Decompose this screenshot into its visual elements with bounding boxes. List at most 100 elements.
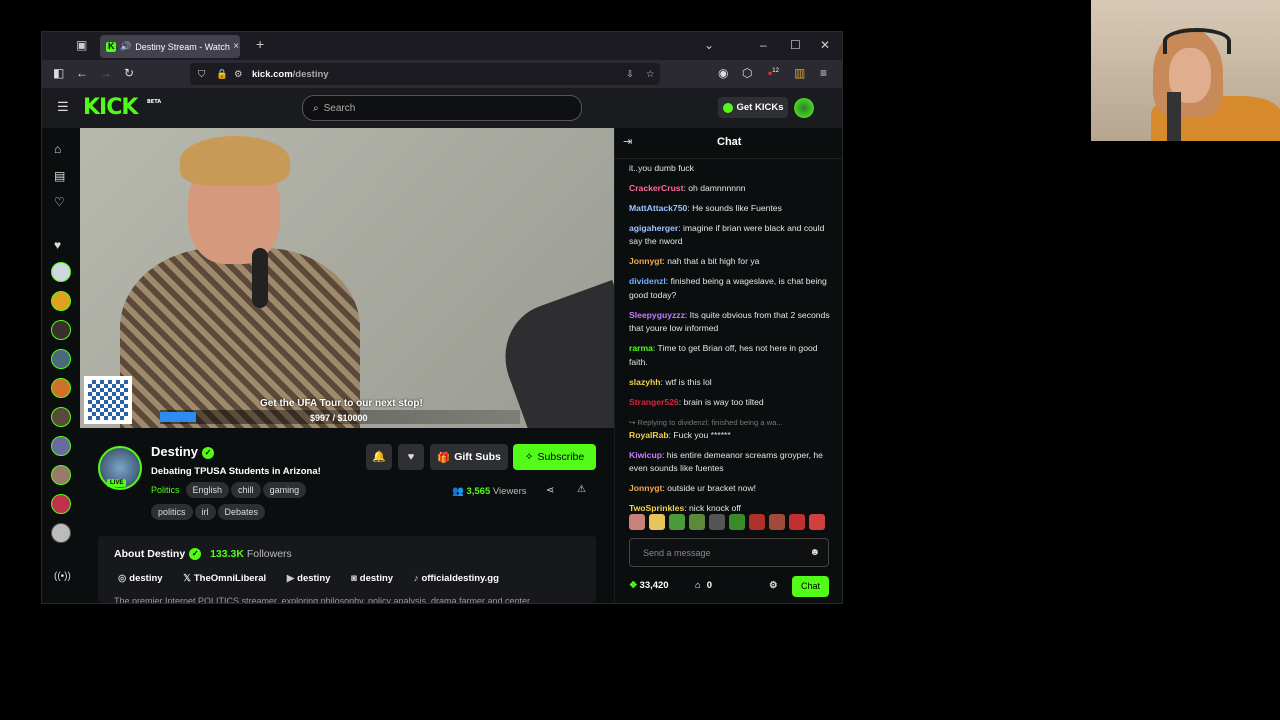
followed-channel-avatar[interactable] <box>51 349 71 369</box>
chat-username[interactable]: Stranger526 <box>629 397 679 407</box>
followed-channel-avatar[interactable] <box>51 262 71 282</box>
followed-channel-avatar[interactable] <box>51 407 71 427</box>
emote[interactable] <box>689 514 705 530</box>
followed-channel-avatar[interactable] <box>51 378 71 398</box>
speaker-icon[interactable]: 🔊 <box>120 41 131 52</box>
video-player[interactable]: Get the UFA Tour to our next stop! $997 … <box>80 128 614 428</box>
account-icon[interactable]: ◉ <box>718 66 728 80</box>
follow-button[interactable]: ♥ <box>398 444 424 470</box>
gift-subs-button[interactable]: 🎁 Gift Subs <box>430 444 508 470</box>
tag[interactable]: gaming <box>262 482 307 498</box>
permissions-icon[interactable]: ⚙ <box>234 69 243 80</box>
channel-name[interactable]: Destiny ✓ <box>151 444 214 459</box>
live-signal-icon[interactable]: ((•)) <box>54 571 71 582</box>
social-link-discord[interactable]: ◙ destiny <box>351 573 393 584</box>
followed-heart-icon: ♥ <box>54 238 62 252</box>
close-window-icon[interactable]: ✕ <box>820 38 830 52</box>
followed-channel-avatar[interactable] <box>51 523 71 543</box>
reload-icon[interactable]: ↻ <box>124 66 134 80</box>
social-link-tiktok[interactable]: ♪ officialdestiny.gg <box>414 573 499 584</box>
emote[interactable] <box>729 514 745 530</box>
chat-username[interactable]: Jonnygt <box>629 256 662 266</box>
chat-username[interactable]: TwoSprinkles <box>629 503 684 513</box>
chevron-down-icon[interactable]: ⌄ <box>704 38 714 52</box>
emote[interactable] <box>809 514 825 530</box>
sidebar-toggle-icon[interactable]: ◧ <box>53 66 64 80</box>
lock-icon[interactable]: 🔒 <box>216 69 228 80</box>
close-tab-icon[interactable]: × <box>233 41 239 52</box>
emote[interactable] <box>649 514 665 530</box>
reply-context[interactable]: ↪ Replying to dividenzl: finished being … <box>629 416 834 429</box>
channel-points[interactable]: ❖ 33,420 <box>629 580 669 591</box>
followed-channel-avatar[interactable] <box>51 291 71 311</box>
chat-username[interactable]: slazyhh <box>629 377 661 387</box>
emote[interactable] <box>749 514 765 530</box>
get-kicks-button[interactable]: Get KICKs <box>718 97 788 118</box>
new-tab-icon[interactable]: + <box>256 36 264 52</box>
emote[interactable] <box>669 514 685 530</box>
chat-settings-gear-icon[interactable]: ⚙ <box>769 580 778 591</box>
send-chat-button[interactable]: Chat <box>792 576 829 597</box>
emote[interactable] <box>629 514 645 530</box>
chat-username[interactable]: dividenzl <box>629 276 666 286</box>
browse-icon[interactable]: ▤ <box>54 169 65 183</box>
minimize-icon[interactable]: – <box>760 38 767 52</box>
address-bar[interactable]: ⛉ 🔒 ⚙ kick.com/destiny ⇩ ☆ <box>190 63 660 85</box>
kick-favicon-icon <box>106 41 116 52</box>
share-icon[interactable]: ⋖ <box>546 485 554 496</box>
search-input[interactable]: ⌕ Search <box>302 95 582 121</box>
menu-icon[interactable]: ≡ <box>820 66 827 80</box>
kicks-coin-icon <box>722 102 733 113</box>
hamburger-icon[interactable]: ☰ <box>57 99 69 115</box>
emoji-icon[interactable]: ☻ <box>809 547 820 558</box>
store-count[interactable]: ⌂ 0 <box>695 580 712 591</box>
user-avatar[interactable] <box>794 98 814 118</box>
followed-channel-avatar[interactable] <box>51 436 71 456</box>
followed-channel-avatar[interactable] <box>51 320 71 340</box>
collapse-chat-icon[interactable]: ⇥ <box>623 135 632 148</box>
tag[interactable]: English <box>185 482 230 498</box>
social-link-youtube[interactable]: ▶ destiny <box>287 573 331 584</box>
followed-channel-avatar[interactable] <box>51 465 71 485</box>
chat-message: Sleepyguyzzz: Its quite obvious from tha… <box>629 309 830 334</box>
subscribe-button[interactable]: ✧ Subscribe <box>513 444 596 470</box>
chat-message: RoyalRab: Fuck you ****** <box>629 430 731 441</box>
emote[interactable] <box>769 514 785 530</box>
tag[interactable]: Debates <box>217 504 266 520</box>
chat-message-input[interactable]: Send a message ☻ <box>629 538 829 567</box>
emote[interactable] <box>789 514 805 530</box>
viewers-icon: 👥 <box>452 486 467 497</box>
social-link-x[interactable]: 𝕏 TheOmniLiberal <box>183 573 266 584</box>
tag[interactable]: chill <box>231 482 261 498</box>
back-icon[interactable]: ← <box>76 66 88 80</box>
extension-bars-icon[interactable]: ▥ <box>794 66 805 80</box>
extensions-icon[interactable]: ⬡ <box>742 66 752 80</box>
tab-list-icon[interactable]: ▣ <box>76 38 87 52</box>
browser-tab[interactable]: 🔊 Destiny Stream - Watch Live × <box>100 35 240 58</box>
chat-username[interactable]: RoyalRab <box>629 430 669 440</box>
social-link-instagram[interactable]: ◎ destiny <box>118 573 163 584</box>
chat-username[interactable]: CrackerCrust <box>629 183 683 193</box>
chat-username[interactable]: agigaherger <box>629 223 678 233</box>
notification-bell-button[interactable]: 🔔 <box>366 444 392 470</box>
bookmark-star-icon[interactable]: ☆ <box>646 69 655 80</box>
maximize-icon[interactable]: ☐ <box>790 38 801 52</box>
following-heart-icon[interactable]: ♡ <box>54 195 65 209</box>
emote[interactable] <box>709 514 725 530</box>
tag[interactable]: politics <box>151 504 193 520</box>
extension-badge-icon[interactable]: ▪12 <box>768 66 779 80</box>
kick-logo[interactable]: KICK BETA <box>83 95 161 120</box>
forward-icon[interactable]: → <box>100 66 112 80</box>
chat-username[interactable]: Sleepyguyzzz <box>629 310 685 320</box>
chat-username[interactable]: MattAttack750 <box>629 203 687 213</box>
chat-username[interactable]: rarma <box>629 343 653 353</box>
category-link[interactable]: Politics <box>151 482 180 498</box>
shield-icon[interactable]: ⛉ <box>198 69 205 80</box>
home-icon[interactable]: ⌂ <box>54 142 61 156</box>
followed-channel-avatar[interactable] <box>51 494 71 514</box>
tag[interactable]: irl <box>194 504 216 520</box>
report-warning-icon[interactable]: ⚠ <box>577 484 586 495</box>
chat-username[interactable]: Kiwicup <box>629 450 662 460</box>
chat-username[interactable]: Jonnygt <box>629 483 662 493</box>
save-page-icon[interactable]: ⇩ <box>626 69 634 80</box>
